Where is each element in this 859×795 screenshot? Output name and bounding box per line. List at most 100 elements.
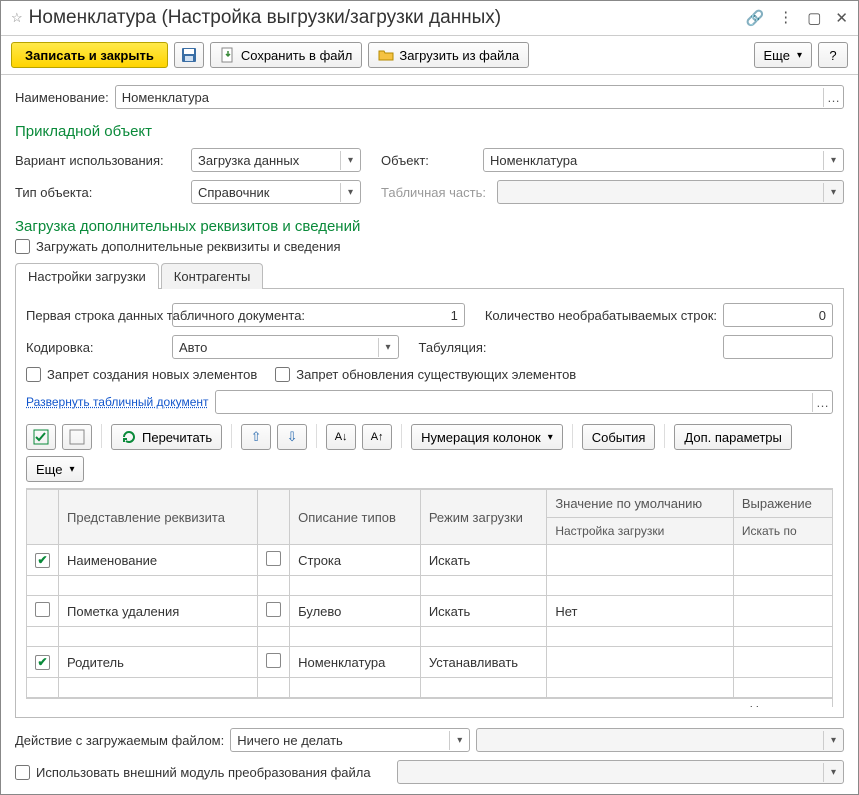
- column-numbering-button[interactable]: Нумерация колонок▾: [411, 424, 563, 450]
- tabpart-dropdown: ▾: [497, 180, 844, 204]
- row-name: Пометка удаления: [59, 596, 258, 627]
- more-button[interactable]: Еще▾: [754, 42, 812, 68]
- row-type: Строка: [290, 545, 421, 576]
- row-default: [547, 647, 734, 678]
- row-name: Наименование: [59, 545, 258, 576]
- kebab-menu-icon[interactable]: ⋮: [778, 13, 793, 23]
- row-mode: Искать: [420, 545, 546, 576]
- unprocessed-input[interactable]: 0: [723, 303, 833, 327]
- row-mode: Искать: [420, 596, 546, 627]
- uncheck-all-icon: [69, 429, 85, 445]
- chevron-down-icon[interactable]: ▾: [340, 183, 360, 202]
- move-up-button[interactable]: ⇧: [241, 424, 271, 450]
- applied-object-title: Прикладной объект: [15, 123, 844, 140]
- window-restore-icon[interactable]: ▢: [807, 9, 821, 27]
- table-row[interactable]: Пометка удаленияБулевоИскатьНет: [27, 596, 833, 627]
- variant-dropdown[interactable]: Загрузка данных ▾: [191, 148, 361, 172]
- document-path-ellipsis[interactable]: …: [812, 393, 832, 412]
- object-dropdown[interactable]: Номенклатура ▾: [483, 148, 844, 172]
- row-type: Номенклатура: [290, 647, 421, 678]
- file-save-icon: [220, 47, 236, 63]
- row-enabled-checkbox[interactable]: [35, 655, 50, 670]
- col-mode[interactable]: Режим загрузки: [420, 490, 546, 545]
- load-extra-label: Загружать дополнительные реквизиты и све…: [36, 239, 341, 254]
- chevron-down-icon[interactable]: ▾: [340, 151, 360, 170]
- first-row-label: Первая строка данных табличного документ…: [26, 308, 166, 323]
- row-default: Нет: [547, 596, 734, 627]
- row-default: [547, 545, 734, 576]
- uncheck-all-button[interactable]: [62, 424, 92, 450]
- attributes-grid[interactable]: Представление реквизита Описание типов Р…: [26, 489, 833, 698]
- variant-label: Вариант использования:: [15, 153, 185, 168]
- chevron-down-icon: ▾: [823, 183, 843, 202]
- use-external-module-checkbox[interactable]: [15, 765, 30, 780]
- table-row-sub: [27, 576, 833, 596]
- help-button[interactable]: ?: [818, 42, 848, 68]
- use-external-module-label: Использовать внешний модуль преобразован…: [36, 765, 371, 780]
- load-extra-checkbox[interactable]: [15, 239, 30, 254]
- row-enabled-checkbox[interactable]: [35, 602, 50, 617]
- row-name: Родитель: [59, 647, 258, 678]
- link-icon[interactable]: 🔗: [746, 9, 765, 27]
- forbid-update-label: Запрет обновления существующих элементов: [296, 367, 576, 382]
- chevron-down-icon[interactable]: ▾: [823, 151, 843, 170]
- name-ellipsis-button[interactable]: …: [823, 88, 843, 107]
- check-all-button[interactable]: [26, 424, 56, 450]
- object-label: Объект:: [381, 153, 477, 168]
- col-setting[interactable]: Настройка загрузки: [547, 518, 734, 545]
- tabpart-label: Табличная часть:: [381, 185, 491, 200]
- chevron-down-icon[interactable]: ▾: [378, 338, 398, 357]
- chevron-down-icon[interactable]: ▾: [449, 731, 469, 750]
- col-representation[interactable]: Представление реквизита: [59, 490, 258, 545]
- row-mode: Устанавливать: [420, 647, 546, 678]
- tab-load-settings[interactable]: Настройки загрузки: [15, 263, 159, 289]
- floppy-icon: [181, 47, 197, 63]
- table-row[interactable]: Наименование СтрокаИскать: [27, 545, 833, 576]
- row-flag-checkbox[interactable]: [266, 602, 281, 617]
- encoding-dropdown[interactable]: Авто ▾: [172, 335, 399, 359]
- events-button[interactable]: События: [582, 424, 656, 450]
- file-action-extra-dropdown: ▾: [476, 728, 844, 752]
- object-type-dropdown[interactable]: Справочник ▾: [191, 180, 361, 204]
- row-expr: [733, 545, 832, 576]
- file-action-label: Действие с загружаемым файлом:: [15, 733, 224, 748]
- reread-button[interactable]: Перечитать: [111, 424, 222, 450]
- chevron-down-icon: ▾: [823, 763, 843, 782]
- tab-contractors[interactable]: Контрагенты: [161, 263, 264, 289]
- load-from-file-button[interactable]: Загрузить из файла: [368, 42, 529, 68]
- save-to-file-button[interactable]: Сохранить в файл: [210, 42, 363, 68]
- extra-params-button[interactable]: Доп. параметры: [674, 424, 791, 450]
- document-path-input[interactable]: …: [215, 390, 833, 414]
- row-flag-checkbox[interactable]: [266, 551, 281, 566]
- tabulation-input[interactable]: [723, 335, 833, 359]
- row-enabled-checkbox[interactable]: [35, 553, 50, 568]
- grid-overflow-cell: Наименов…: [26, 698, 833, 707]
- forbid-create-checkbox[interactable]: [26, 367, 41, 382]
- move-down-button[interactable]: ⇩: [277, 424, 307, 450]
- sort-desc-button[interactable]: A↑: [362, 424, 392, 450]
- save-and-close-button[interactable]: Записать и закрыть: [11, 42, 168, 68]
- forbid-create-label: Запрет создания новых элементов: [47, 367, 257, 382]
- grid-more-button[interactable]: Еще▾: [26, 456, 84, 482]
- refresh-icon: [121, 429, 137, 445]
- sort-asc-button[interactable]: A↓: [326, 424, 356, 450]
- name-input[interactable]: Номенклатура …: [115, 85, 844, 109]
- forbid-update-checkbox[interactable]: [275, 367, 290, 382]
- save-button[interactable]: [174, 42, 204, 68]
- row-flag-checkbox[interactable]: [266, 653, 281, 668]
- table-row-sub: [27, 627, 833, 647]
- check-all-icon: [33, 429, 49, 445]
- folder-open-icon: [378, 47, 394, 63]
- favorite-star-icon[interactable]: ☆: [11, 10, 23, 26]
- expand-document-link[interactable]: Развернуть табличный документ: [26, 395, 209, 409]
- col-search-by[interactable]: Искать по: [733, 518, 832, 545]
- file-action-dropdown[interactable]: Ничего не делать ▾: [230, 728, 470, 752]
- table-row[interactable]: Родитель НоменклатураУстанавливать: [27, 647, 833, 678]
- tabulation-label: Табуляция:: [419, 340, 487, 355]
- table-row-sub: [27, 678, 833, 698]
- col-default[interactable]: Значение по умолчанию: [547, 490, 734, 518]
- col-expression[interactable]: Выражение: [733, 490, 832, 518]
- col-type[interactable]: Описание типов: [290, 490, 421, 545]
- first-row-input[interactable]: 1: [172, 303, 465, 327]
- close-icon[interactable]: ✕: [835, 9, 848, 27]
